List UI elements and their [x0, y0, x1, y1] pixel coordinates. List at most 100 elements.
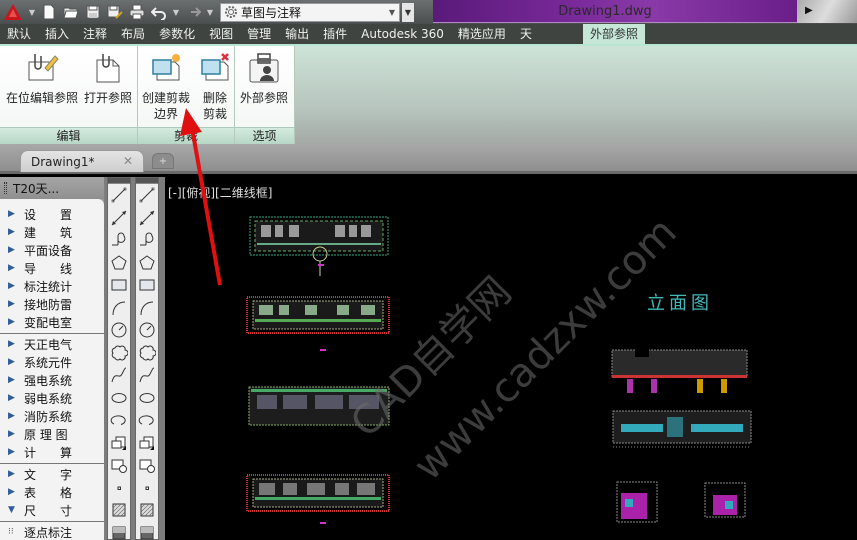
make-block-icon	[111, 459, 127, 474]
ellipse-tool-button[interactable]	[108, 387, 130, 410]
make-block-tool-button[interactable]	[108, 454, 130, 477]
redo-icon[interactable]	[182, 2, 204, 22]
point-tool-button[interactable]	[108, 477, 130, 500]
print-icon[interactable]	[126, 2, 148, 22]
insert-block-tool-button[interactable]	[108, 432, 130, 455]
search-area[interactable]: ▶	[797, 0, 857, 23]
menu-weak-current-system[interactable]: ▶ 弱电系统	[0, 389, 104, 407]
revision-cloud-tool-button[interactable]	[108, 342, 130, 365]
construction-line-tool-button[interactable]	[136, 207, 158, 230]
tab-view[interactable]: 视图	[202, 24, 240, 44]
create-clip-boundary-button[interactable]: 创建剪裁 边界	[142, 50, 190, 122]
tab-insert[interactable]: 插入	[38, 24, 76, 44]
tab-annotate[interactable]: 注释	[76, 24, 114, 44]
external-references-button[interactable]: 外部参照	[240, 50, 288, 106]
workspace-switcher[interactable]: 草图与注释 ▼	[220, 2, 400, 22]
delete-clip-button[interactable]: 删除 剪裁	[198, 50, 232, 122]
revision-cloud-tool-button[interactable]	[136, 342, 158, 365]
arc-icon	[112, 301, 126, 315]
ellipse-arc-tool-button[interactable]	[108, 409, 130, 432]
hatch-tool-button[interactable]	[108, 499, 130, 522]
menu-system-components[interactable]: ▶ 系统元件	[0, 353, 104, 371]
tab-default[interactable]: 默认	[0, 24, 38, 44]
ellipse-tool-button[interactable]	[136, 387, 158, 410]
menu-power-system[interactable]: ▶ 强电系统	[0, 371, 104, 389]
open-folder-icon[interactable]	[60, 2, 82, 22]
tab-layout[interactable]: 布局	[114, 24, 152, 44]
polygon-tool-button[interactable]	[136, 252, 158, 275]
open-reference-icon	[96, 54, 120, 83]
expand-right-icon[interactable]: ▶	[805, 5, 813, 16]
document-title-bar: Drawing1.dwg	[433, 0, 797, 23]
undo-dropdown-icon[interactable]: ▼	[170, 8, 182, 17]
save-as-icon[interactable]	[104, 2, 126, 22]
gradient-tool-button[interactable]	[108, 522, 130, 540]
divider	[0, 333, 104, 334]
menu-plan-equipment[interactable]: ▶ 平面设备	[0, 241, 104, 259]
arc-tool-button[interactable]	[108, 297, 130, 320]
rectangle-icon	[111, 279, 127, 291]
redo-dropdown-icon[interactable]: ▼	[204, 8, 216, 17]
application-menu-button[interactable]	[0, 0, 26, 24]
delete-clip-icon	[201, 53, 229, 81]
edit-reference-in-place-button[interactable]: 在位编辑参照	[6, 50, 78, 106]
menu-fire-system[interactable]: ▶ 消防系统	[0, 407, 104, 425]
polyline-tool-button[interactable]	[108, 229, 130, 252]
new-drawing-tab-button[interactable]: +	[152, 153, 174, 169]
tab-manage[interactable]: 管理	[240, 24, 278, 44]
tab-autodesk-360[interactable]: Autodesk 360	[354, 24, 451, 44]
open-reference-button[interactable]: 打开参照	[84, 50, 132, 106]
menu-schematic[interactable]: ▶ 原 理 图	[0, 425, 104, 443]
polyline-tool-button[interactable]	[136, 229, 158, 252]
ellipse-arc-tool-button[interactable]	[136, 409, 158, 432]
rectangle-tool-button[interactable]	[108, 274, 130, 297]
make-block-tool-button[interactable]	[136, 454, 158, 477]
insert-block-tool-button[interactable]	[136, 432, 158, 455]
menu-wire[interactable]: ▶ 导线	[0, 259, 104, 277]
menu-table[interactable]: ▶ 表格	[0, 483, 104, 501]
menu-building[interactable]: ▶ 建筑	[0, 223, 104, 241]
polygon-tool-button[interactable]	[108, 252, 130, 275]
spline-tool-button[interactable]	[136, 364, 158, 387]
menu-point-dimension[interactable]: ⁝⁝ 逐点标注	[0, 523, 104, 540]
drawing-canvas[interactable]: [-][俯视][二维线框] 立面图 CAD自学网 www.cadzxw.com	[165, 177, 857, 540]
document-title: Drawing1.dwg	[558, 3, 652, 19]
grip-handle-icon[interactable]	[4, 182, 7, 194]
menu-dimension[interactable]: ▼ 尺寸	[0, 501, 104, 519]
customize-quick-access-button[interactable]: ▼	[402, 2, 414, 22]
expand-arrow-icon: ▶	[8, 317, 15, 327]
file-tab-drawing1[interactable]: Drawing1* ✕	[20, 150, 144, 172]
point-tool-button[interactable]	[136, 477, 158, 500]
menu-text[interactable]: ▶ 文字	[0, 465, 104, 483]
menu-substation[interactable]: ▶ 变配电室	[0, 313, 104, 331]
spline-tool-button[interactable]	[108, 364, 130, 387]
menu-settings[interactable]: ▶ 设置	[0, 205, 104, 223]
tab-featured-apps[interactable]: 精选应用	[451, 24, 513, 44]
new-file-icon[interactable]	[38, 2, 60, 22]
line-tool-button[interactable]	[136, 184, 158, 207]
tab-tianzheng[interactable]: 天	[513, 24, 539, 44]
tab-output[interactable]: 输出	[278, 24, 316, 44]
menu-grounding-lightning[interactable]: ▶ 接地防雷	[0, 295, 104, 313]
construction-line-tool-button[interactable]	[108, 207, 130, 230]
hatch-tool-button[interactable]	[136, 499, 158, 522]
save-icon[interactable]	[82, 2, 104, 22]
tab-plugins[interactable]: 插件	[316, 24, 354, 44]
close-icon[interactable]: ✕	[123, 154, 133, 168]
app-menu-dropdown-icon[interactable]: ▼	[26, 8, 38, 17]
workspace-name: 草图与注释	[241, 5, 302, 20]
circle-tool-button[interactable]	[108, 319, 130, 342]
line-tool-button[interactable]	[108, 184, 130, 207]
menu-annotation-stats[interactable]: ▶ 标注统计	[0, 277, 104, 295]
tab-external-reference[interactable]: 外部参照	[582, 24, 645, 44]
circle-tool-button[interactable]	[136, 319, 158, 342]
rectangle-tool-button[interactable]	[136, 274, 158, 297]
tab-parametric[interactable]: 参数化	[152, 24, 202, 44]
palette-title-bar[interactable]: T20天...	[0, 177, 104, 199]
gradient-tool-button[interactable]	[136, 522, 158, 540]
menu-tianzheng-electric[interactable]: ▶ 天正电气	[0, 335, 104, 353]
arc-tool-button[interactable]	[136, 297, 158, 320]
spline-icon	[139, 367, 155, 383]
menu-calculate[interactable]: ▶ 计算	[0, 443, 104, 461]
undo-icon[interactable]	[148, 2, 170, 22]
